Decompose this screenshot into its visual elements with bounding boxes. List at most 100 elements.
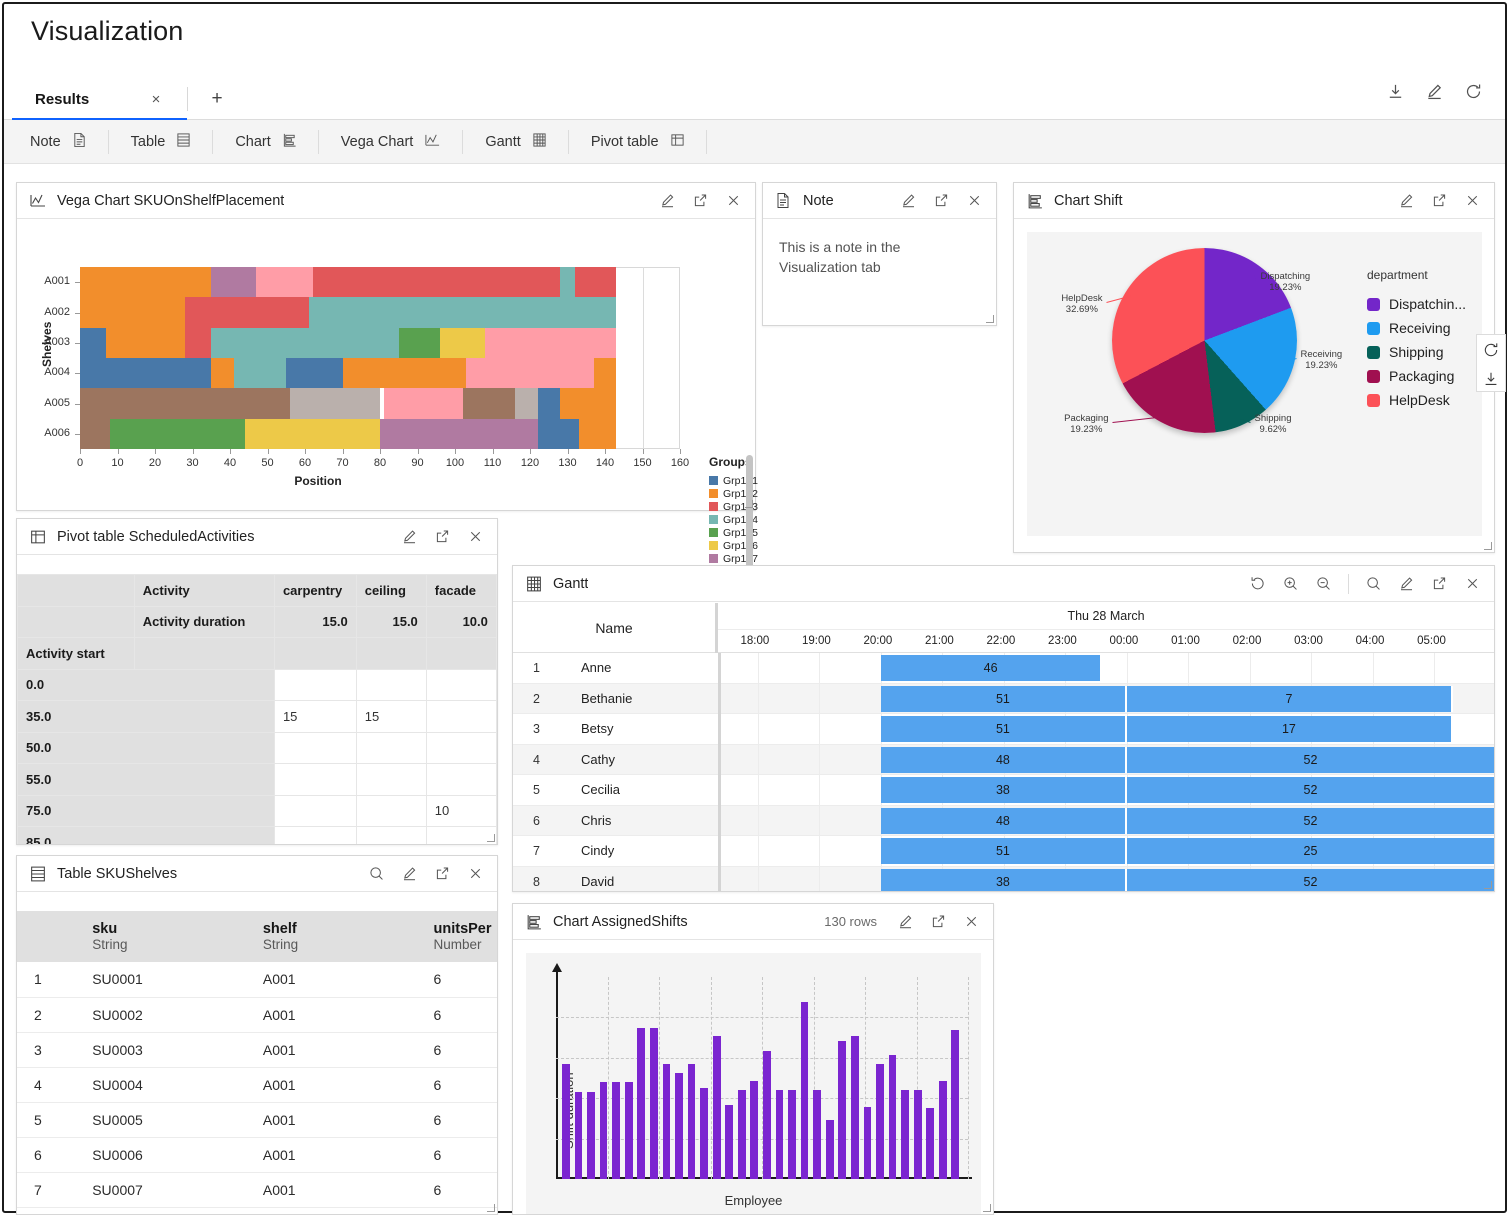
table-cell-units[interactable]: 6 [416, 1102, 497, 1138]
table-cell-shelf[interactable]: A001 [245, 1067, 417, 1103]
table-row[interactable]: 8SU0008A0016 [17, 1207, 497, 1214]
pie-legend-item[interactable]: Shipping [1367, 340, 1466, 364]
vega-bar-segment[interactable] [211, 327, 399, 358]
vega-legend-item[interactable]: Grp105 [709, 526, 769, 539]
pivot-cell[interactable] [425, 700, 497, 733]
edit-icon[interactable] [401, 528, 418, 545]
table-cell-shelf[interactable]: A001 [245, 997, 417, 1033]
gantt-row[interactable]: 5 Cecilia 38 52 [513, 775, 1494, 806]
vega-bar-segment[interactable] [308, 297, 617, 328]
pivot-cell[interactable] [355, 731, 427, 764]
gantt-bar[interactable]: 17 [1126, 716, 1453, 742]
vega-legend-item[interactable]: Grp103 [709, 500, 769, 513]
pie-legend-item[interactable]: Dispatchin... [1367, 292, 1466, 316]
vega-bar-segment[interactable] [383, 388, 463, 419]
download-icon[interactable] [1386, 82, 1405, 101]
table-cell-shelf[interactable]: A001 [245, 1207, 417, 1214]
gantt-row[interactable]: 8 David 38 52 [513, 866, 1494, 891]
vega-legend-item[interactable]: Grp101 [709, 474, 769, 487]
pivot-cell[interactable]: 15 [273, 700, 357, 733]
pivot-data-row[interactable]: 55.0 [17, 763, 497, 796]
pivot-column-header[interactable]: garden [495, 574, 497, 607]
gantt-bar[interactable]: 7 [1126, 685, 1453, 712]
pivot-table-body[interactable]: Activitycarpentryceilingfacadegarden Acti… [17, 556, 497, 844]
close-icon[interactable] [467, 865, 484, 882]
pivot-cell[interactable] [495, 826, 497, 844]
pivot-column-header[interactable]: facade [425, 574, 497, 607]
popout-icon[interactable] [933, 192, 950, 209]
assignedshifts-bar[interactable] [951, 1030, 960, 1179]
assignedshifts-bar[interactable] [788, 1089, 796, 1179]
assignedshifts-bar[interactable] [913, 1089, 922, 1179]
edit-icon[interactable] [900, 192, 917, 209]
add-tab-icon[interactable]: + [206, 89, 228, 111]
table-row[interactable]: 4 SU0004 A001 6 [17, 1067, 497, 1103]
gantt-bar[interactable]: 52 [1126, 746, 1494, 773]
table-cell-sku[interactable]: SU0006 [75, 1137, 246, 1173]
vega-bar-segment[interactable] [106, 327, 185, 358]
vega-bar-segment[interactable] [537, 418, 579, 449]
vega-bar-segment[interactable] [575, 267, 617, 298]
pivot-cell[interactable] [425, 763, 497, 796]
table-row[interactable]: 7 SU0007 A001 6 [17, 1172, 497, 1208]
table-cell-sku[interactable]: SU0003 [75, 1032, 246, 1068]
pie-legend-item[interactable]: Packaging [1367, 364, 1466, 388]
vega-bar-segment[interactable] [211, 358, 234, 389]
resize-handle[interactable] [1483, 541, 1492, 550]
vega-bar-segment[interactable] [80, 297, 185, 328]
edit-icon[interactable] [659, 192, 676, 209]
assignedshifts-bar[interactable] [825, 1119, 834, 1179]
vega-bar-segment[interactable] [110, 418, 245, 449]
pivot-cell[interactable]: 5 [495, 794, 497, 827]
table-cell-shelf[interactable]: A001 [245, 1172, 417, 1208]
toolbar-item-note[interactable]: Note [4, 120, 109, 164]
gantt-row[interactable]: 1 Anne 46 [513, 653, 1494, 684]
vega-bar-row[interactable] [80, 267, 680, 298]
vega-bar-row[interactable] [80, 327, 680, 358]
gantt-bar[interactable]: 52 [1126, 807, 1494, 834]
pivot-data-row[interactable]: 75.0 105 [17, 794, 497, 827]
table-cell-units[interactable]: 6 [416, 1137, 497, 1173]
table-cell-shelf[interactable]: A001 [245, 1102, 417, 1138]
undo-icon[interactable] [1249, 575, 1266, 592]
gantt-bar[interactable]: 51 [880, 838, 1127, 864]
assignedshifts-bar[interactable] [662, 1063, 671, 1179]
table-cell-shelf[interactable]: A001 [245, 1032, 417, 1068]
vega-bar-segment[interactable] [185, 297, 309, 328]
table-cell-units[interactable]: 6 [416, 1172, 497, 1208]
search-icon[interactable] [1365, 575, 1382, 592]
resize-handle[interactable] [486, 1203, 495, 1212]
pivot-cell[interactable] [495, 731, 497, 764]
vega-legend-item[interactable]: Grp104 [709, 513, 769, 526]
search-icon[interactable] [368, 865, 385, 882]
gantt-bar[interactable]: 52 [1126, 868, 1494, 891]
popout-icon[interactable] [692, 192, 709, 209]
vega-bar-segment[interactable] [342, 358, 467, 389]
zoom-in-icon[interactable] [1282, 575, 1299, 592]
resize-handle[interactable] [982, 1203, 991, 1212]
close-icon[interactable] [1464, 192, 1481, 209]
assignedshifts-bar[interactable] [737, 1089, 746, 1179]
edit-icon[interactable] [401, 865, 418, 882]
gantt-row[interactable]: 4 Cathy 48 52 [513, 744, 1494, 775]
resize-handle[interactable] [1483, 880, 1492, 889]
vega-bar-segment[interactable] [185, 327, 212, 358]
close-icon[interactable] [1464, 575, 1481, 592]
gantt-bar[interactable]: 52 [1126, 777, 1494, 803]
assignedshifts-bar[interactable] [675, 1073, 683, 1179]
assignedshifts-bar[interactable] [599, 1082, 608, 1179]
gantt-bar[interactable]: 38 [880, 777, 1127, 803]
assignedshifts-bar[interactable] [938, 1080, 947, 1179]
vega-bar-segment[interactable] [485, 327, 617, 358]
assignedshifts-bar[interactable] [624, 1082, 633, 1179]
gantt-bar[interactable]: 51 [880, 685, 1127, 712]
gantt-bar[interactable]: 46 [880, 655, 1103, 681]
vega-bar-segment[interactable] [80, 388, 290, 419]
edit-icon[interactable] [1398, 575, 1415, 592]
assignedshifts-bar[interactable] [888, 1054, 897, 1179]
vega-bar-segment[interactable] [290, 388, 380, 419]
vega-legend-item[interactable]: Grp106 [709, 539, 769, 552]
vega-bar-row[interactable] [80, 297, 680, 328]
table-cell-units[interactable]: 6 [416, 1067, 497, 1103]
assignedshifts-bar[interactable] [876, 1063, 884, 1179]
